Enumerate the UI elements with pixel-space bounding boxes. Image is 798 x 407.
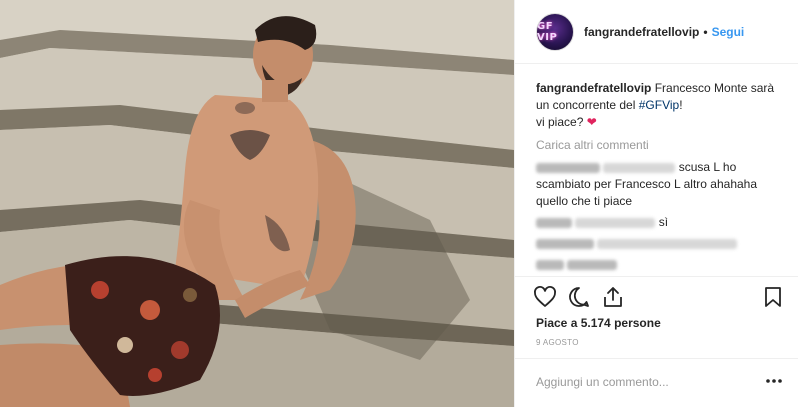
caption-username[interactable]: fangrandefratellovip bbox=[536, 81, 651, 95]
like-heart-icon[interactable] bbox=[533, 285, 557, 309]
comment-text: sì bbox=[658, 215, 669, 229]
post-date[interactable]: 9 AGOSTO bbox=[536, 338, 579, 347]
comment-item: scusa L ho scambiato per Francesco L alt… bbox=[536, 159, 781, 210]
comment-mention-blurred[interactable] bbox=[575, 217, 656, 228]
bookmark-icon[interactable] bbox=[761, 285, 785, 309]
comment-item bbox=[536, 256, 781, 273]
post-side-panel: GF VIP fangrandefratellovip • Segui fang… bbox=[514, 0, 798, 407]
share-upload-icon[interactable] bbox=[601, 285, 625, 309]
comment-item: sì bbox=[536, 214, 781, 231]
comment-username-blurred[interactable] bbox=[536, 259, 564, 270]
likes-count[interactable]: Piace a 5.174 persone bbox=[536, 316, 661, 330]
post-photo[interactable] bbox=[0, 0, 514, 407]
add-comment-bar bbox=[515, 358, 798, 407]
comment-text-blurred bbox=[597, 238, 738, 249]
caption-hashtag[interactable]: #GFVip bbox=[639, 98, 679, 112]
avatar[interactable]: GF VIP bbox=[536, 12, 574, 51]
heart-emoji: ❤ bbox=[586, 115, 597, 129]
comment-username-blurred[interactable] bbox=[536, 162, 600, 173]
load-more-comments-link[interactable]: Carica altri commenti bbox=[536, 137, 781, 154]
comment-username-blurred[interactable] bbox=[536, 217, 572, 228]
post-caption: fangrandefratellovip Francesco Monte sar… bbox=[536, 80, 781, 131]
comment-mention-blurred[interactable] bbox=[603, 162, 676, 173]
comments-section: fangrandefratellovip Francesco Monte sar… bbox=[536, 80, 781, 277]
instagram-post: GF VIP fangrandefratellovip • Segui fang… bbox=[0, 0, 798, 407]
comment-bubble-icon[interactable] bbox=[567, 285, 591, 309]
add-comment-input[interactable] bbox=[536, 373, 756, 391]
photo-illustration bbox=[0, 0, 514, 407]
follow-button[interactable]: Segui bbox=[712, 25, 745, 39]
avatar-logo-text: GF VIP bbox=[537, 20, 558, 43]
comment-item bbox=[536, 235, 781, 252]
action-bar bbox=[515, 276, 798, 316]
more-dots-icon[interactable] bbox=[764, 371, 784, 391]
header-username[interactable]: fangrandefratellovip bbox=[584, 25, 699, 39]
caption-question: vi piace? bbox=[536, 115, 587, 129]
comment-text-blurred bbox=[567, 259, 618, 270]
comment-username-blurred[interactable] bbox=[536, 238, 594, 249]
header-separator: • bbox=[703, 24, 708, 39]
caption-text-end: ! bbox=[679, 98, 683, 112]
post-header: GF VIP fangrandefratellovip • Segui bbox=[515, 0, 798, 64]
